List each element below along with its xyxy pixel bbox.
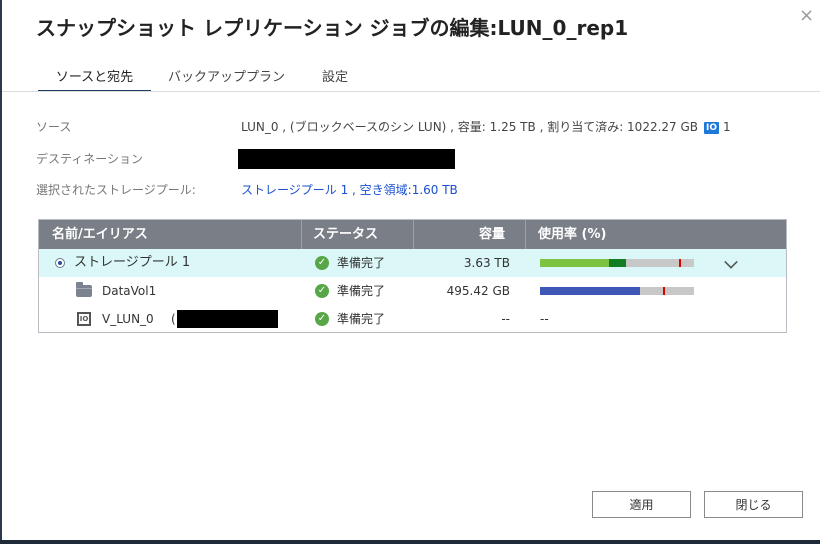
tab-divider [2, 91, 820, 92]
col-status[interactable]: ステータス [313, 220, 378, 249]
row-name: ストレージプール 1 [74, 255, 191, 270]
usage-snapshot-segment [609, 259, 626, 267]
row-name: DataVol1 [102, 284, 157, 298]
ok-check-icon: ✓ [315, 284, 329, 298]
usage-used-segment [540, 259, 609, 267]
row-name-suffix: ( [171, 312, 176, 326]
tab-source-destination[interactable]: ソースと宛先 [38, 68, 151, 92]
table-row[interactable]: IO V_LUN_0 ( ✓ 準備完了 -- -- [39, 305, 786, 333]
row-capacity: 3.63 TB [463, 256, 510, 270]
table-row[interactable]: DataVol1 ✓ 準備完了 495.42 GB [39, 277, 786, 305]
pool-label: 選択されたストレージプール: [36, 183, 196, 197]
row-status: 準備完了 [337, 256, 386, 270]
table-row[interactable]: ストレージプール 1 ✓ 準備完了 3.63 TB [39, 249, 786, 277]
ok-check-icon: ✓ [315, 256, 329, 270]
usage-threshold-marker [663, 287, 665, 295]
col-name[interactable]: 名前/エイリアス [52, 220, 148, 249]
chevron-down-icon[interactable] [724, 255, 738, 269]
usage-bar [540, 287, 694, 295]
radio-selected-icon[interactable] [55, 258, 65, 268]
row-capacity: 495.42 GB [446, 284, 510, 298]
close-icon[interactable]: × [799, 5, 814, 26]
ok-check-icon: ✓ [315, 312, 329, 326]
snapshot-icon: IO [704, 122, 720, 134]
dialog-title: スナップショット レプリケーション ジョブの編集:LUN_0_rep1 [36, 16, 629, 40]
background-taskbar-edge [0, 540, 820, 544]
usage-used-segment [540, 287, 640, 295]
source-value: LUN_0 , (ブロックベースのシン LUN) , 容量: 1.25 TB ,… [241, 118, 731, 135]
redacted-alias [177, 310, 278, 328]
row-status: 準備完了 [337, 284, 386, 298]
row-name: V_LUN_0 [102, 312, 154, 326]
snapshot-count: 1 [723, 120, 731, 134]
row-status: 準備完了 [337, 312, 386, 326]
source-details: LUN_0 , (ブロックベースのシン LUN) , 容量: 1.25 TB ,… [241, 120, 699, 134]
col-usage[interactable]: 使用率 (%) [538, 220, 606, 249]
column-divider [301, 220, 302, 249]
folder-icon [76, 282, 92, 297]
pool-value-link[interactable]: ストレージプール 1 , 空き領域:1.60 TB [241, 181, 458, 198]
table-header: 名前/エイリアス ステータス 容量 使用率 (%) [39, 220, 786, 249]
col-capacity[interactable]: 容量 [479, 220, 505, 249]
close-button[interactable]: 閉じる [704, 491, 803, 518]
tab-settings[interactable]: 設定 [322, 68, 348, 90]
lun-icon: IO [77, 312, 91, 326]
usage-bar [540, 259, 694, 267]
row-usage: -- [540, 312, 549, 326]
column-divider [525, 220, 526, 249]
edit-replication-job-dialog: スナップショット レプリケーション ジョブの編集:LUN_0_rep1 × ソー… [2, 0, 820, 540]
destination-label: デスティネーション [36, 152, 144, 166]
apply-button[interactable]: 適用 [592, 491, 691, 518]
tab-backup-plan[interactable]: バックアッププラン [168, 68, 285, 90]
column-divider [413, 220, 414, 249]
row-capacity: -- [501, 312, 510, 326]
usage-threshold-marker [679, 259, 681, 267]
redacted-destination [238, 149, 455, 169]
source-label: ソース [36, 120, 72, 134]
storage-table: 名前/エイリアス ステータス 容量 使用率 (%) ストレージプール 1 ✓ 準… [38, 219, 787, 333]
